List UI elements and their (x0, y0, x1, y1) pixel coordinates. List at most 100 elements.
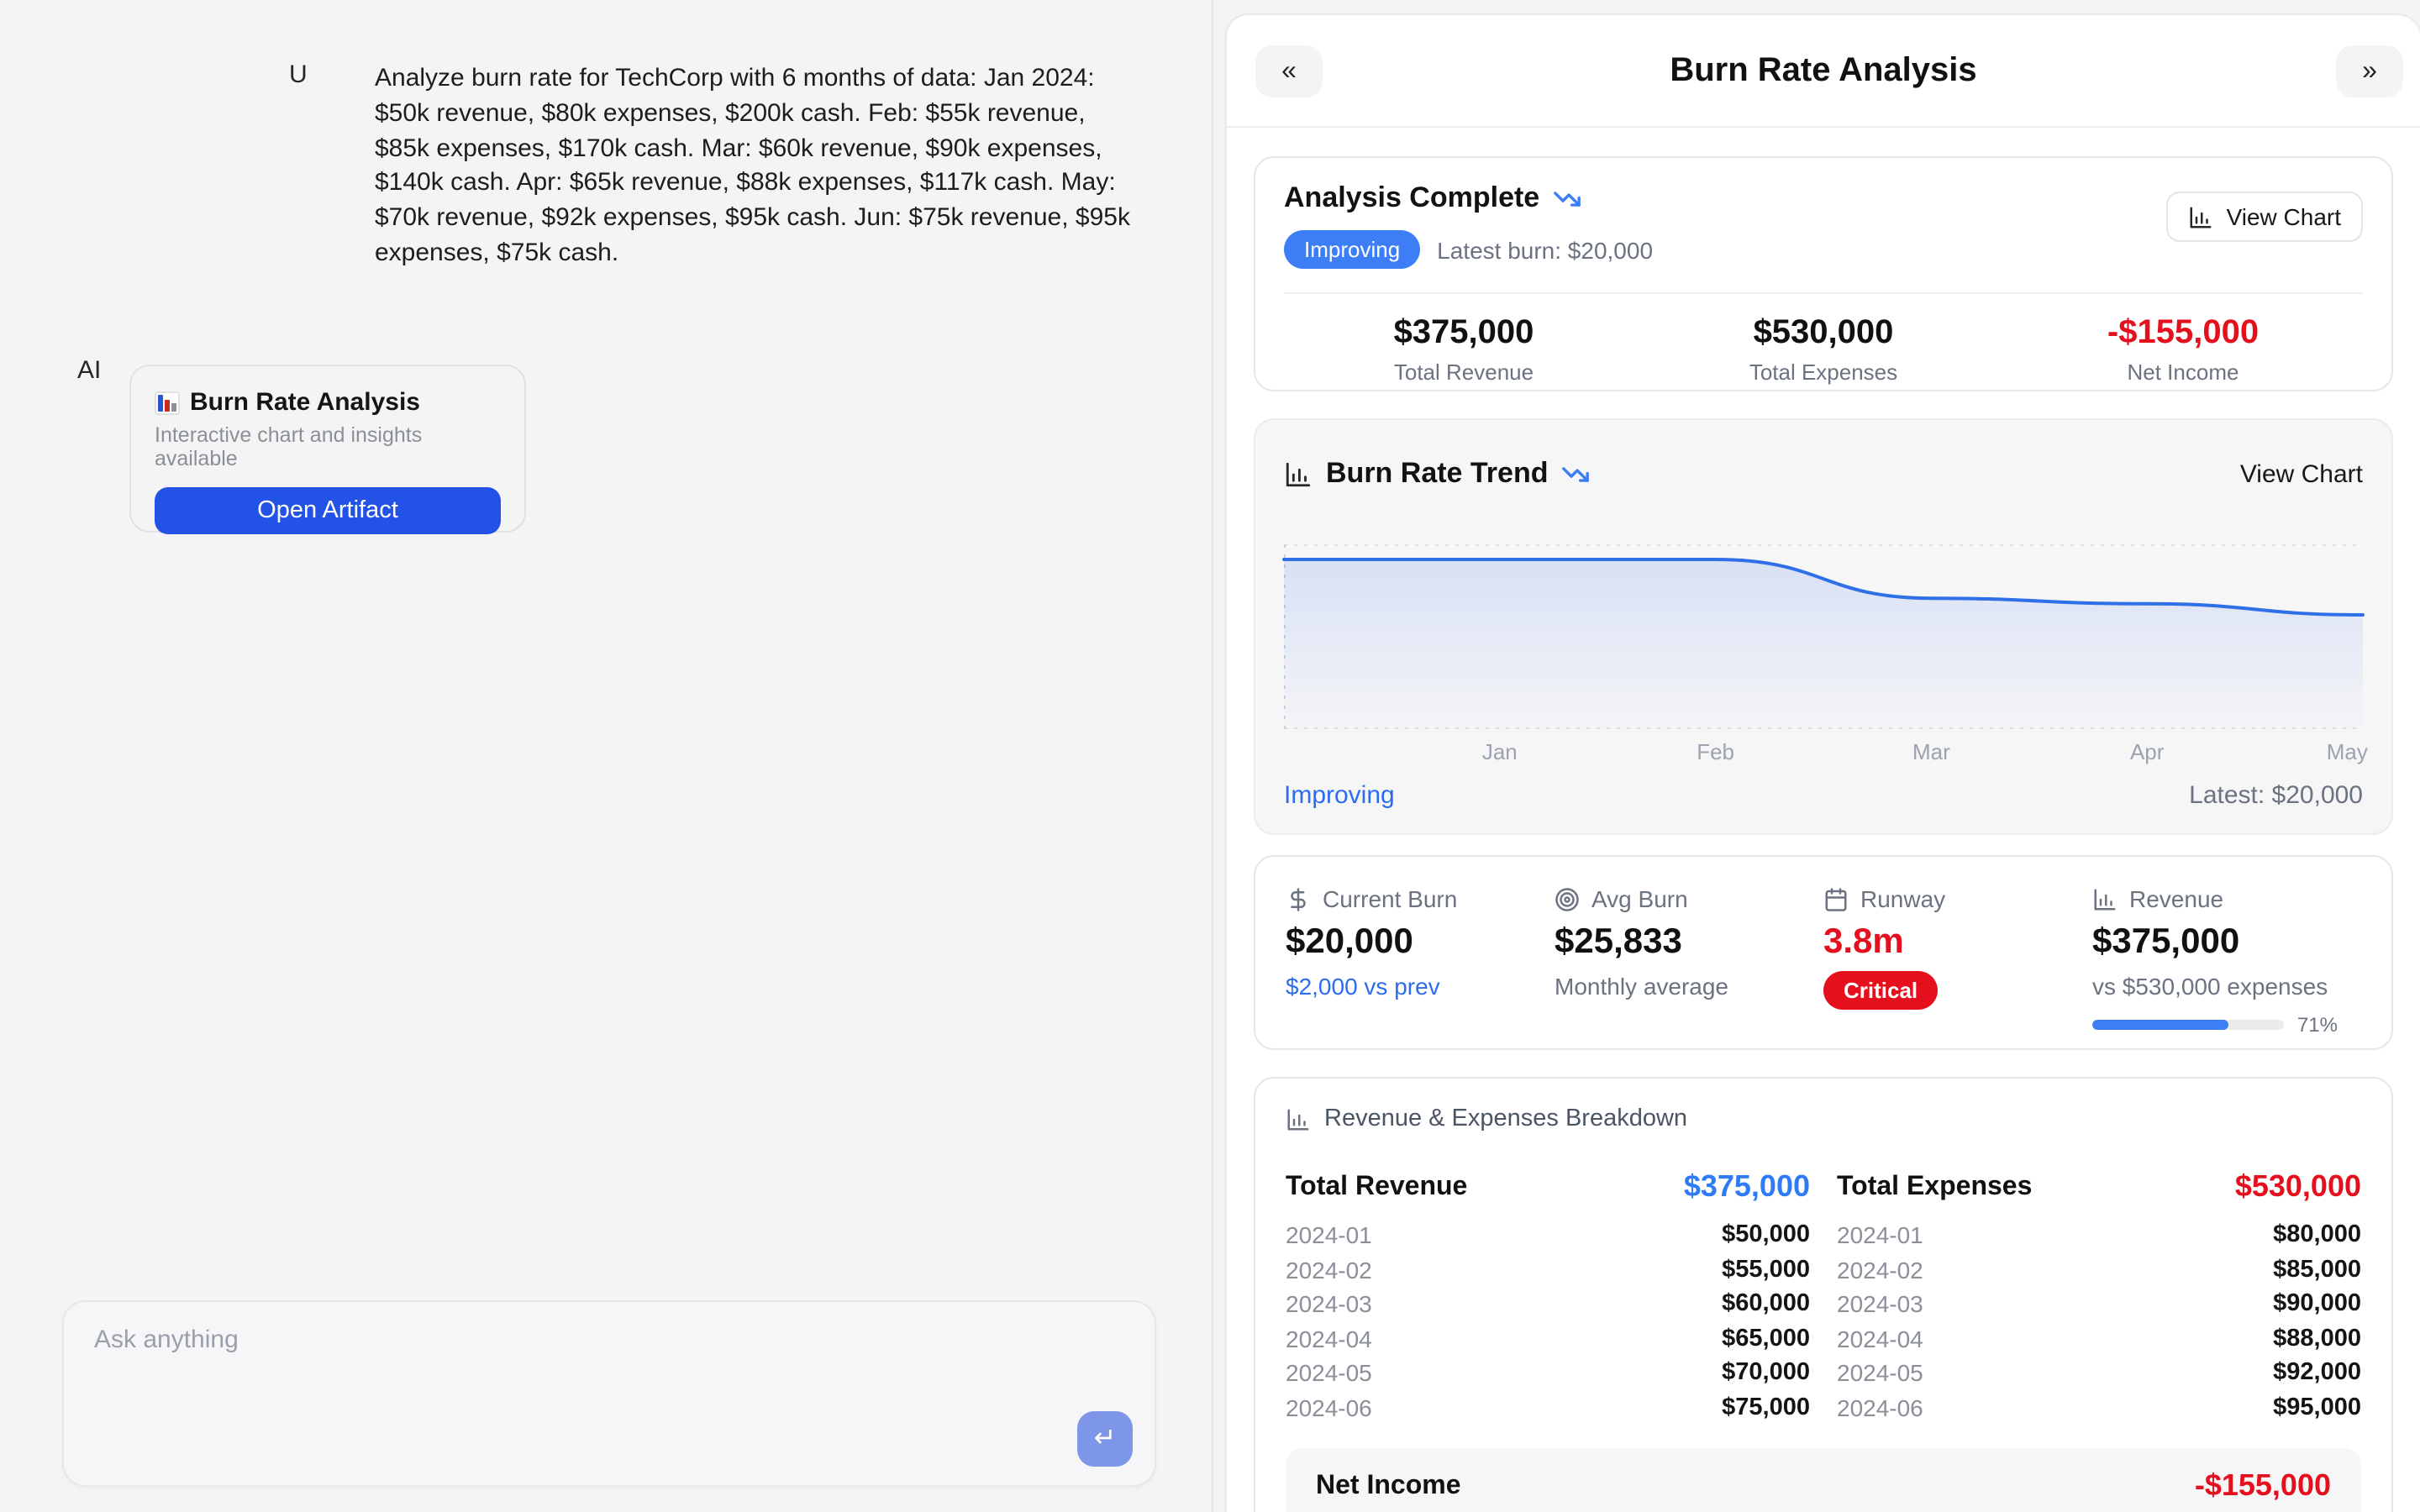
calendar-icon (1823, 886, 1849, 911)
current-burn-metric: Current Burn $20,000 $2,000 vs prev (1286, 885, 1555, 1048)
table-row: 2024-06 $95,000 (1837, 1390, 2361, 1425)
net-income-value: -$155,000 (2003, 314, 2363, 353)
send-button[interactable]: ↵ (1077, 1411, 1133, 1467)
latest-burn-text: Latest burn: $20,000 (1437, 236, 1653, 263)
avg-burn-sub: Monthly average (1555, 973, 1823, 1000)
x-axis-labels: JanFebMarAprMay (1284, 739, 2363, 761)
user-message: Analyze burn rate for TechCorp with 6 mo… (375, 62, 1134, 272)
progress-track (2092, 1020, 2284, 1030)
panel-title: Burn Rate Analysis (1227, 15, 2420, 128)
table-row: 2024-03 $90,000 (1837, 1287, 2361, 1321)
net-income-label: Net Income (2003, 360, 2363, 385)
metrics-card: Current Burn $20,000 $2,000 vs prev Avg … (1254, 855, 2393, 1050)
table-row: 2024-02 $85,000 (1837, 1252, 2361, 1287)
view-chart-label: View Chart (2227, 203, 2341, 230)
table-row: 2024-01$50,000 (1286, 1218, 1810, 1252)
revenue-label: Revenue (2129, 885, 2223, 912)
artifact-card[interactable]: Burn Rate Analysis Interactive chart and… (129, 365, 526, 533)
summary-card: Analysis Complete Improving Latest burn:… (1254, 156, 2393, 391)
expense-cell: $80,000 (2273, 1222, 2361, 1249)
revenue-cell: $65,000 (1722, 1326, 1810, 1352)
runway-value: 3.8m (1823, 922, 2092, 963)
bar-chart-icon (2188, 204, 2213, 229)
net-income-label: Net Income (1316, 1471, 1461, 1501)
user-avatar: U (289, 60, 308, 89)
burn-rate-sparkline (1284, 544, 2363, 729)
expense-cell: $88,000 (2273, 1326, 2361, 1352)
artifact-title: Burn Rate Analysis (190, 388, 420, 417)
month-cell: 2024-06 (1837, 1394, 1923, 1421)
month-cell: 2024-02 (1286, 1257, 1372, 1284)
trend-status-text: Improving (1284, 781, 1395, 810)
table-row: 2024-03$60,000 (1286, 1287, 1810, 1321)
progress-label: 71% (2297, 1013, 2338, 1037)
month-cell: 2024-02 (1837, 1257, 1923, 1284)
total-expenses-label: Total Expenses (1644, 360, 2003, 385)
table-row: 2024-02$55,000 (1286, 1252, 1810, 1287)
table-row: 2024-04 $88,000 (1837, 1321, 2361, 1356)
total-revenue-stat: $375,000 Total Revenue (1284, 314, 1644, 385)
app: U Analyze burn rate for TechCorp with 6 … (0, 0, 2420, 1512)
artifact-subtitle: Interactive chart and insights available (155, 423, 501, 470)
bar-chart-icon (1284, 459, 1313, 488)
trend-view-chart-link[interactable]: View Chart (2240, 459, 2363, 488)
bar-chart-emoji-icon (155, 391, 180, 414)
month-cell: 2024-04 (1837, 1326, 1923, 1352)
net-income-stat: -$155,000 Net Income (2003, 314, 2363, 385)
breakdown-card: Revenue & Expenses Breakdown Total Reven… (1254, 1077, 2393, 1512)
current-burn-value: $20,000 (1286, 922, 1555, 963)
chat-input[interactable] (64, 1302, 1155, 1485)
chat-panel: U Analyze burn rate for TechCorp with 6 … (0, 0, 1213, 1512)
table-row: 2024-06$75,000 (1286, 1390, 1810, 1425)
expense-cell: $85,000 (2273, 1257, 2361, 1284)
avg-burn-metric: Avg Burn $25,833 Monthly average (1555, 885, 1823, 1048)
revenue-sub: vs $530,000 expenses (2092, 973, 2361, 1000)
runway-metric: Runway 3.8m Critical (1823, 885, 2092, 1048)
month-cell: 2024-01 (1286, 1222, 1372, 1249)
chat-input-container: ↵ (62, 1300, 1156, 1487)
avg-burn-value: $25,833 (1555, 922, 1823, 963)
enter-icon: ↵ (1094, 1425, 1117, 1452)
current-burn-label: Current Burn (1323, 885, 1457, 912)
runway-label: Runway (1860, 885, 1945, 912)
expense-cell: $95,000 (2273, 1394, 2361, 1421)
expense-cell: $90,000 (2273, 1291, 2361, 1318)
table-row: 2024-05 $70,000 (1286, 1356, 1810, 1390)
trending-down-icon (1553, 184, 1581, 213)
month-cell: 2024-05 (1286, 1360, 1372, 1387)
target-icon (1555, 886, 1580, 911)
revenue-cell: $60,000 (1722, 1291, 1810, 1318)
net-income-box: Net Income -$155,000 Loss-making over th… (1286, 1448, 2361, 1512)
next-artifact-button[interactable]: » (2336, 45, 2403, 97)
x-axis-label: Feb (1697, 739, 1734, 764)
revenue-column-title: Total Revenue (1286, 1172, 1467, 1202)
revenue-progress: 71% (2092, 1013, 2338, 1037)
total-revenue-label: Total Revenue (1284, 360, 1644, 385)
table-row: 2024-01 $80,000 (1837, 1218, 2361, 1252)
open-artifact-button[interactable]: Open Artifact (155, 487, 501, 534)
trending-down-icon (1562, 459, 1591, 488)
expense-cell: $92,000 (2273, 1360, 2361, 1387)
month-cell: 2024-01 (1837, 1222, 1923, 1249)
x-axis-label: May (2327, 739, 2368, 764)
summary-heading: Analysis Complete (1284, 181, 1539, 215)
expenses-column-title: Total Expenses (1837, 1172, 2032, 1202)
status-badge: Improving (1284, 230, 1420, 269)
panel-body: Analysis Complete Improving Latest burn:… (1227, 156, 2420, 1512)
x-axis-label: Apr (2130, 739, 2164, 764)
revenue-value: $375,000 (2092, 922, 2361, 963)
ai-avatar: AI (77, 356, 101, 385)
total-expenses-value: $530,000 (1644, 314, 2003, 353)
net-income-value: -$155,000 (2195, 1468, 2331, 1504)
month-cell: 2024-03 (1837, 1291, 1923, 1318)
x-axis-label: Jan (1482, 739, 1518, 764)
chevrons-right-icon: » (2362, 56, 2377, 87)
month-cell: 2024-06 (1286, 1394, 1372, 1421)
progress-fill (2092, 1020, 2228, 1030)
view-chart-button[interactable]: View Chart (2166, 192, 2363, 242)
revenue-metric: Revenue $375,000 vs $530,000 expenses 71… (2092, 885, 2361, 1048)
expenses-column-total: $530,000 (2235, 1169, 2361, 1205)
month-cell: 2024-05 (1837, 1360, 1923, 1387)
x-axis-label: Mar (1912, 739, 1950, 764)
revenue-cell: $70,000 (1722, 1360, 1810, 1387)
